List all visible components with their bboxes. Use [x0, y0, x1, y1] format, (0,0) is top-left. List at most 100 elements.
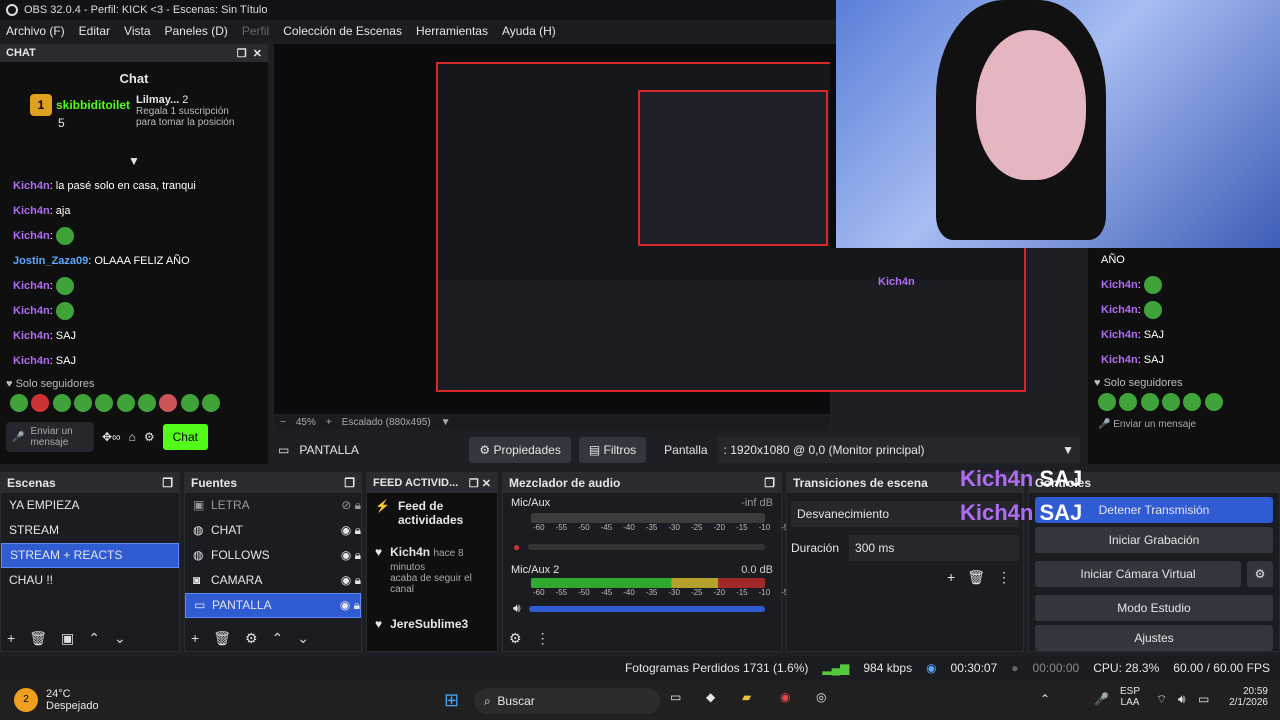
gear-icon[interactable]: ⚙: [1247, 561, 1273, 587]
source-item[interactable]: ◍ CHAT ◉ 🔒︎: [185, 518, 361, 543]
start-virtual-camera-button[interactable]: Iniciar Cámara Virtual: [1035, 561, 1241, 587]
emote-picker-icon[interactable]: ✥∞: [102, 430, 121, 444]
monitor-icon: ▭: [194, 598, 206, 612]
folder-icon[interactable]: ▰: [742, 690, 751, 704]
chat-input[interactable]: 🎤 Enviar un mensaje: [6, 422, 94, 452]
dropped-frames: Fotogramas Perdidos 1731 (1.6%): [624, 661, 809, 675]
menu-perfil[interactable]: Perfil: [242, 24, 269, 38]
float-icon[interactable]: ❐: [469, 477, 479, 490]
add-icon[interactable]: +: [7, 630, 15, 647]
filter-icon[interactable]: ▣: [61, 630, 74, 647]
status-bar: Fotogramas Perdidos 1731 (1.6%) ▂▄▆ 984 k…: [0, 656, 1280, 680]
menu-herramientas[interactable]: Herramientas: [416, 24, 488, 38]
float-icon[interactable]: ❐: [162, 476, 173, 490]
chat-leaderboard: 1 skibbiditoilet 5 Lilmay... 2 Regala 1 s…: [0, 94, 268, 154]
emote-bar[interactable]: [0, 394, 268, 416]
webcam-feed: [836, 0, 1280, 248]
store-icon[interactable]: ⌂: [129, 430, 136, 444]
source-item[interactable]: ▣ LETRA ⊘ 🔒︎: [185, 493, 361, 518]
gear-icon[interactable]: ⚙: [144, 430, 155, 444]
volume-icon[interactable]: 🔊︎: [1178, 692, 1186, 707]
scene-item[interactable]: STREAM: [1, 518, 179, 543]
tray-chevron-icon[interactable]: ⌃: [1040, 692, 1050, 706]
add-icon[interactable]: +: [947, 569, 955, 586]
float-icon[interactable]: ❐: [764, 476, 775, 490]
scene-item[interactable]: YA EMPIEZA: [1, 493, 179, 518]
scroll-down-icon[interactable]: ▼: [0, 154, 268, 174]
menu-dots-icon[interactable]: ⋮: [997, 569, 1011, 586]
taskview-icon[interactable]: ▭: [670, 690, 681, 704]
heart-icon: ♥: [375, 617, 383, 631]
wifi-icon[interactable]: ⌔: [1156, 692, 1167, 707]
scaling-dropdown-icon[interactable]: ▼: [441, 417, 451, 428]
down-icon[interactable]: ⌄: [297, 630, 309, 647]
duration-input[interactable]: 300 ms: [849, 535, 1019, 561]
chat-message: Kich4n: aja: [13, 205, 71, 217]
settings-button[interactable]: Ajustes: [1035, 625, 1273, 651]
mic-icon[interactable]: 🎤: [1094, 692, 1109, 706]
menu-paneles[interactable]: Paneles (D): [165, 24, 228, 38]
chrome-icon[interactable]: ◉: [780, 690, 790, 704]
transitions-dock: Transiciones de escena Desvanecimiento D…: [786, 472, 1024, 652]
bolt-icon: ⚡: [375, 499, 390, 513]
live-time: 00:30:07: [950, 661, 998, 675]
menu-dots-icon[interactable]: ⋮: [536, 630, 550, 647]
language-indicator[interactable]: ESP LAA: [1120, 686, 1140, 708]
fps: 60.00 / 60.00 FPS: [1173, 661, 1270, 675]
hidden-eye-icon: ⊘: [341, 498, 352, 512]
down-icon[interactable]: ⌄: [114, 630, 126, 647]
right-chat-overlay: AÑO Kich4n: Kich4n: Kich4n: SAJ Kich4n: …: [1088, 248, 1280, 464]
trash-icon[interactable]: 🗑: [967, 569, 985, 586]
close-icon[interactable]: ✕: [253, 47, 262, 60]
gear-icon[interactable]: ⚙: [245, 630, 258, 647]
windows-start-icon[interactable]: ⊞: [444, 690, 459, 711]
filters-button[interactable]: ▤ Filtros: [578, 437, 647, 463]
float-icon[interactable]: ❐: [344, 476, 355, 490]
mixer-channel: Mic/Aux -inf dB: [511, 497, 773, 509]
scaling-label: Escalado (880x495): [341, 416, 431, 428]
up-icon[interactable]: ⌃: [272, 630, 284, 647]
properties-button[interactable]: ⚙ Propiedades: [469, 437, 571, 463]
volume-slider[interactable]: 🔊︎: [513, 601, 765, 616]
menu-coleccion[interactable]: Colección de Escenas: [283, 24, 402, 38]
zoom-out-icon[interactable]: −: [280, 417, 286, 428]
scene-item[interactable]: CHAU !!: [1, 568, 179, 593]
volume-slider[interactable]: ●: [513, 540, 765, 554]
menu-vista[interactable]: Vista: [124, 24, 150, 38]
obs-icon[interactable]: ◎: [816, 690, 826, 704]
top-gifter-count: 5: [58, 116, 65, 130]
controls-dock: Controles Detener Transmisión Iniciar Gr…: [1028, 472, 1280, 652]
trash-icon[interactable]: 🗑: [29, 630, 47, 647]
battery-icon[interactable]: ▭: [1198, 692, 1209, 706]
clock[interactable]: 20:59 2/1/2026: [1214, 686, 1268, 708]
add-icon[interactable]: +: [191, 630, 199, 647]
chat-dock-header: CHAT ❐ ✕: [0, 44, 268, 62]
menu-archivo[interactable]: Archivo (F): [6, 24, 65, 38]
lock-icon: 🔒︎: [354, 523, 361, 537]
source-item[interactable]: ◍ FOLLOWS ◉ 🔒︎: [185, 543, 361, 568]
trash-icon[interactable]: 🗑: [213, 630, 231, 647]
feed-entry: ♥ Kich4n hace 8 minutos acaba de seguir el…: [375, 545, 472, 595]
source-item[interactable]: ◙ CAMARA ◉ 🔒︎: [185, 568, 361, 593]
start-recording-button[interactable]: Iniciar Grabación: [1035, 527, 1273, 553]
scene-item[interactable]: STREAM + REACTS: [1, 543, 179, 568]
zoom-in-icon[interactable]: +: [326, 417, 332, 428]
chat-send-button[interactable]: Chat: [162, 424, 208, 450]
close-icon[interactable]: ✕: [482, 477, 491, 490]
menu-editar[interactable]: Editar: [79, 24, 110, 38]
gear-icon[interactable]: ⚙: [509, 630, 522, 647]
obs-logo-icon: [6, 4, 18, 16]
up-icon[interactable]: ⌃: [88, 630, 100, 647]
rec-time: 00:00:00: [1032, 661, 1080, 675]
alert-overlay: Kich4n SAJ: [960, 500, 1083, 525]
zoom-level: 45%: [295, 416, 316, 428]
source-item[interactable]: ▭ PANTALLA ◉ 🔒︎: [185, 593, 361, 618]
taskbar-search[interactable]: ⌕ Buscar: [474, 688, 660, 714]
screen-select[interactable]: : 1920x1080 @ 0,0 (Monitor principal) ▼: [717, 437, 1080, 463]
studio-mode-button[interactable]: Modo Estudio: [1035, 595, 1273, 621]
float-icon[interactable]: ❐: [237, 47, 247, 60]
menu-ayuda[interactable]: Ayuda (H): [502, 24, 556, 38]
copilot-icon[interactable]: ◆: [706, 690, 715, 704]
lock-icon: 🔒︎: [354, 548, 361, 562]
weather-widget[interactable]: 2 24°C Despejado: [0, 688, 99, 712]
